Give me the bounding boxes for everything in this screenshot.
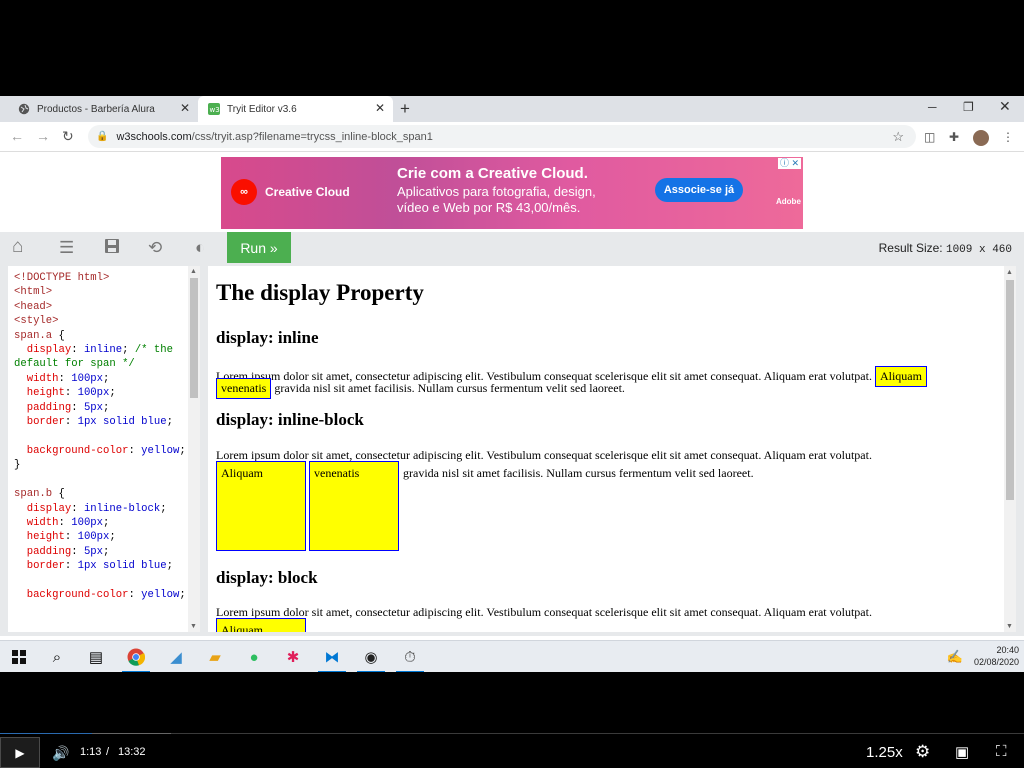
scroll-down-icon[interactable]: ▼ — [190, 623, 197, 630]
chrome-icon[interactable] — [122, 647, 150, 672]
playback-speed[interactable]: 1.25x — [866, 744, 903, 761]
code-editor[interactable]: <!DOCTYPE html> <html> <head> <style> sp… — [8, 266, 200, 632]
volume-icon[interactable]: 🔊 — [52, 745, 69, 762]
w3schools-icon: w3 — [208, 103, 220, 115]
inline-block-venenatis: venenatis — [309, 461, 399, 551]
result-title: The display Property — [216, 280, 424, 305]
block-aliquam: Aliquam — [216, 618, 306, 632]
run-button[interactable]: Run » — [227, 232, 291, 263]
inline-span-aliquam: Aliquam — [874, 366, 927, 387]
theme-toggle-icon[interactable]: ◐ — [195, 238, 205, 258]
paragraph-block: Lorem ipsum dolor sit amet, consectetur … — [216, 605, 872, 619]
slack-icon[interactable]: ✱ — [282, 647, 304, 667]
avatar[interactable] — [973, 130, 989, 146]
scrollbar-thumb[interactable] — [1006, 280, 1014, 500]
new-tab-icon[interactable]: + — [400, 99, 410, 119]
vscode-icon[interactable]: ⧓ — [318, 647, 346, 672]
address-bar-row: ← → ↻ 🔒 w3schools.com/css/tryit.asp?file… — [0, 122, 1024, 152]
adobe-logo: Adobe — [776, 197, 801, 206]
forward-icon[interactable]: → — [36, 128, 50, 144]
app-icon[interactable]: ◢ — [165, 647, 187, 667]
url-host: w3schools.com — [116, 130, 192, 143]
picture-in-picture-icon[interactable]: ▣ — [955, 743, 969, 761]
clock-time: 20:40 — [996, 645, 1019, 655]
pocket-icon[interactable]: ◫ — [924, 130, 935, 144]
block-span: Aliquam — [216, 618, 306, 632]
ad-body: Aplicativos para fotografia, design, víd… — [397, 184, 596, 215]
home-icon[interactable]: ⌂ — [12, 236, 23, 258]
tab-bar: Productos - Barbería Alura ✕ w3 Tryit Ed… — [0, 96, 1024, 122]
ad-brand: ∞ Creative Cloud — [231, 179, 350, 205]
browser-window: Productos - Barbería Alura ✕ w3 Tryit Ed… — [0, 96, 1024, 672]
heading-inline: display: inline — [216, 328, 319, 347]
tab-title: Tryit Editor v3.6 — [227, 103, 297, 115]
ad-info-icon[interactable]: ⓘ ✕ — [777, 158, 801, 169]
tab-tryit-editor[interactable]: w3 Tryit Editor v3.6 ✕ — [198, 96, 393, 122]
minimize-icon[interactable]: ─ — [928, 100, 937, 114]
url-field[interactable]: 🔒 w3schools.com/css/tryit.asp?filename=t… — [88, 125, 916, 148]
window-close-icon[interactable]: ✕ — [999, 98, 1011, 115]
inline-block-aliquam: Aliquam — [216, 461, 306, 551]
lock-icon: 🔒 — [96, 131, 109, 142]
obs-icon[interactable]: ◉ — [357, 647, 385, 672]
extensions-icon[interactable]: ✚ — [949, 130, 959, 144]
system-clock[interactable]: 20:40 02/08/2020 — [974, 644, 1019, 668]
ad-brand-label: Creative Cloud — [265, 185, 350, 199]
video-current-time: 1:13 — [80, 746, 102, 758]
close-icon[interactable]: ✕ — [180, 102, 190, 114]
tab-title: Productos - Barbería Alura — [37, 103, 155, 115]
ad-banner[interactable]: ∞ Creative Cloud Crie com a Creative Clo… — [221, 157, 803, 229]
scrollbar-thumb[interactable] — [190, 278, 198, 398]
task-view-icon[interactable]: ▤ — [85, 647, 107, 667]
close-icon[interactable]: ✕ — [375, 102, 385, 114]
ad-cta-button[interactable]: Associe-se já — [655, 178, 743, 202]
scroll-up-icon[interactable]: ▲ — [1006, 268, 1013, 276]
play-icon[interactable]: ▶ — [0, 737, 40, 768]
result-scrollbar[interactable]: ▲ ▼ — [1004, 266, 1016, 632]
tab-productos[interactable]: Productos - Barbería Alura ✕ — [8, 96, 198, 122]
time-separator: / — [106, 746, 110, 758]
scroll-up-icon[interactable]: ▲ — [190, 268, 197, 275]
settings-gear-icon[interactable]: ⚙ — [915, 742, 930, 762]
search-icon[interactable]: ⌕ — [46, 647, 68, 667]
heading-block: display: block — [216, 568, 318, 587]
save-icon[interactable] — [104, 238, 120, 259]
scroll-down-icon[interactable]: ▼ — [1006, 622, 1013, 630]
result-frame: The display Property display: inline Lor… — [208, 266, 1016, 632]
result-size-label: Result Size: — [878, 241, 943, 255]
ad-headline: Crie com a Creative Cloud. — [397, 165, 588, 182]
fullscreen-icon[interactable]: ⛶ — [996, 743, 1007, 760]
windows-taskbar: ⌕ ▤ ◢ ▰ ● ✱ ⧓ ◉ ⏱ ✍ 20:40 02/08/2020 — [0, 640, 1024, 672]
back-icon[interactable]: ← — [10, 128, 24, 144]
creative-cloud-icon: ∞ — [231, 179, 257, 205]
bookmark-star-icon[interactable]: ☆ — [892, 129, 904, 145]
video-duration: 13:32 — [118, 746, 146, 758]
file-explorer-icon[interactable]: ▰ — [204, 647, 226, 667]
pen-icon[interactable]: ✍ — [944, 647, 966, 667]
result-size-value: 1009 x 460 — [945, 244, 1012, 256]
after-text: gravida nisl sit amet facilisis. Nullam … — [274, 381, 625, 395]
rotate-icon[interactable]: ⟲ — [148, 238, 162, 258]
url-path: /css/tryit.asp?filename=trycss_inline-bl… — [191, 130, 433, 143]
evernote-icon[interactable]: ● — [243, 647, 265, 667]
reload-icon[interactable]: ↻ — [62, 128, 74, 145]
menu-icon[interactable]: ☰ — [59, 238, 74, 258]
menu-dots-icon[interactable]: ⋮ — [1002, 130, 1014, 144]
globe-icon — [18, 103, 30, 115]
clock-app-icon[interactable]: ⏱ — [396, 647, 424, 672]
tryit-toolbar: ⌂ ☰ ⟲ ◐ Run » Result Size: 1009 x 460 — [0, 232, 1024, 264]
svg-text:w3: w3 — [210, 106, 220, 114]
restore-icon[interactable]: ❐ — [963, 100, 974, 114]
inline-span-venenatis: venenatis — [216, 378, 272, 399]
clock-date: 02/08/2020 — [973, 657, 1019, 667]
after-text: gravida nisl sit amet facilisis. Nullam … — [403, 466, 754, 480]
result-size: Result Size: 1009 x 460 — [879, 241, 1012, 256]
paragraph-inline-line2: venenatis gravida nisl sit amet facilisi… — [216, 378, 625, 399]
windows-start-icon[interactable] — [8, 647, 30, 667]
code-scrollbar[interactable]: ▲ ▼ — [188, 266, 200, 632]
heading-inline-block: display: inline-block — [216, 410, 364, 429]
inline-block-row: Aliquam venenatis gravida nisl sit amet … — [216, 461, 754, 551]
